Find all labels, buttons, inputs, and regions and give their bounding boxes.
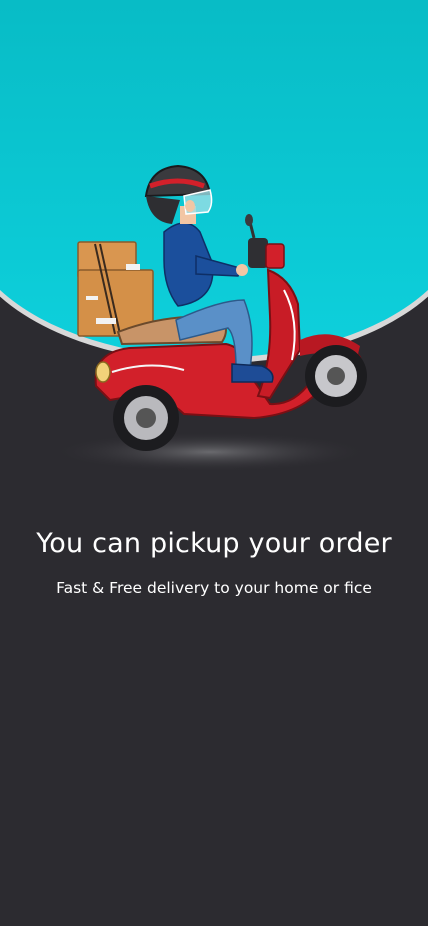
delivery-scooter-illustration — [50, 164, 370, 470]
front-wheel-icon — [305, 345, 367, 407]
onboarding-screen: You can pickup your order Fast & Free de… — [0, 0, 428, 926]
ground-shadow — [50, 432, 370, 470]
onboarding-title: You can pickup your order — [36, 528, 392, 559]
rear-wheel-icon — [113, 385, 179, 451]
onboarding-subtitle: Fast & Free delivery to your home or fic… — [56, 579, 372, 597]
package-boxes-icon — [77, 241, 154, 337]
